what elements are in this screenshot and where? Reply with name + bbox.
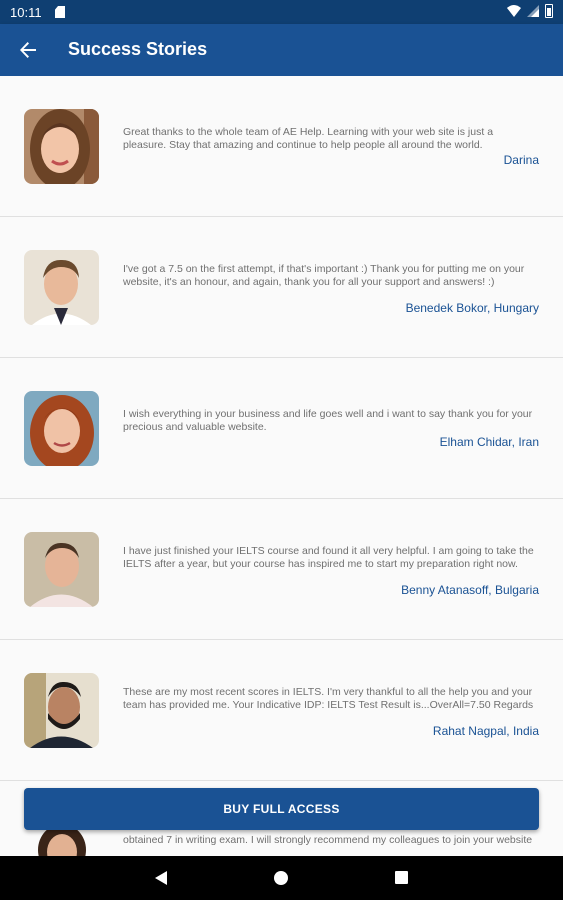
nav-home-icon[interactable] <box>274 871 288 885</box>
signal-icon <box>527 5 539 17</box>
story-quote: Great thanks to the whole team of AE Hel… <box>123 126 494 151</box>
wifi-icon <box>507 5 521 17</box>
avatar-photo <box>24 250 99 325</box>
avatar <box>24 532 99 607</box>
avatar <box>24 673 99 748</box>
arrow-back-icon[interactable] <box>14 36 42 64</box>
avatar-photo <box>24 391 99 466</box>
avatar <box>24 391 99 466</box>
battery-icon <box>545 4 553 18</box>
story-author: Benedek Bokor, Hungary <box>405 301 539 315</box>
navigation-bar <box>0 856 563 900</box>
story-quote: These are my most recent scores in IELTS… <box>123 686 534 711</box>
story-item[interactable]: Great thanks to the whole team of AE Hel… <box>0 76 563 217</box>
buy-full-access-button[interactable]: BUY FULL ACCESS <box>24 788 539 830</box>
story-author: Benny Atanasoff, Bulgaria <box>401 583 539 597</box>
status-time: 10:11 <box>10 5 42 20</box>
story-item[interactable]: These are my most recent scores in IELTS… <box>0 640 563 781</box>
status-icons <box>507 4 553 18</box>
nav-recents-icon[interactable] <box>395 871 408 884</box>
story-author: Elham Chidar, Iran <box>439 435 539 449</box>
story-author: Darina <box>503 153 539 167</box>
page-title: Success Stories <box>68 39 208 59</box>
avatar <box>24 250 99 325</box>
avatar-photo <box>24 532 99 607</box>
avatar-photo <box>24 109 99 184</box>
story-item[interactable]: I have just finished your IELTS course a… <box>0 499 563 640</box>
sd-card-icon <box>55 6 65 18</box>
story-quote: I've got a 7.5 on the first attempt, if … <box>123 263 525 288</box>
story-quote: obtained 7 in writing exam. I will stron… <box>123 834 533 846</box>
story-quote: I wish everything in your business and l… <box>123 408 533 433</box>
nav-back-icon[interactable] <box>155 871 167 885</box>
story-item[interactable]: I wish everything in your business and l… <box>0 358 563 499</box>
avatar-photo <box>24 673 99 748</box>
status-bar: 10:11 <box>0 0 563 24</box>
story-author: Rahat Nagpal, India <box>432 724 539 738</box>
story-item[interactable]: I've got a 7.5 on the first attempt, if … <box>0 217 563 358</box>
stories-list[interactable]: Great thanks to the whole team of AE Hel… <box>0 76 563 781</box>
avatar <box>24 109 99 184</box>
story-quote: I have just finished your IELTS course a… <box>123 545 534 570</box>
app-bar: Success Stories <box>0 24 563 76</box>
